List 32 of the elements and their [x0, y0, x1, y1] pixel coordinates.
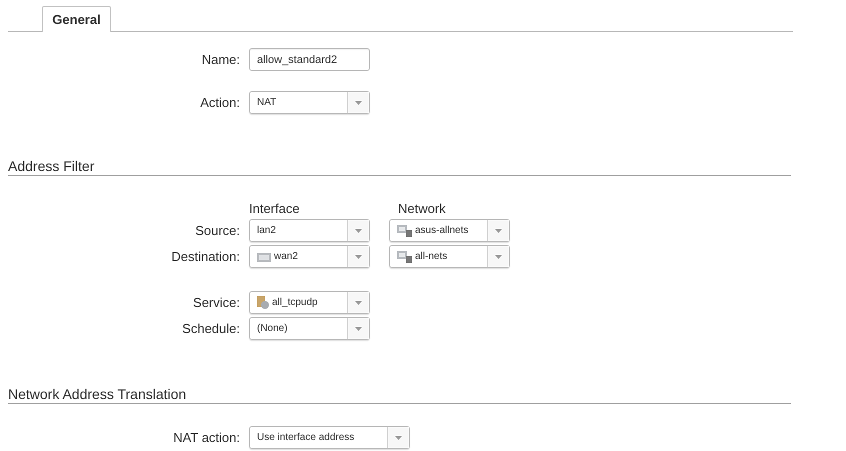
column-heading: Network [398, 201, 447, 216]
field-label: Service: [192, 295, 240, 310]
caret-icon [355, 100, 362, 104]
dropdown[interactable]: lan2 [249, 219, 370, 242]
caret-icon [495, 254, 502, 258]
field-label: Destination: [170, 249, 240, 264]
section-heading: Address Filter [8, 158, 791, 176]
tab[interactable]: General [42, 6, 111, 32]
action-dropdown[interactable]: NAT [249, 91, 370, 114]
field-label: Source: [194, 223, 240, 238]
dropdown[interactable]: asus-allnets [389, 219, 510, 242]
dropdown[interactable]: (None) [249, 317, 370, 340]
section-heading: Network Address Translation [8, 386, 791, 404]
caret-icon [355, 228, 362, 232]
caret-icon [355, 326, 362, 330]
network-icon [397, 250, 412, 262]
caret-icon [495, 228, 502, 232]
caret-icon [355, 300, 362, 304]
field-label: Name: [200, 52, 240, 67]
field-label: Action: [199, 95, 240, 110]
caret-icon [395, 436, 402, 440]
dropdown[interactable]: all_tcpudp [249, 291, 370, 314]
dropdown[interactable]: wan2 [249, 245, 370, 268]
caret-icon [355, 254, 362, 258]
nat-action-dropdown[interactable]: Use interface address [249, 426, 410, 449]
name-field[interactable]: allow_standard2 [249, 48, 370, 71]
network-icon [397, 224, 412, 236]
field-label: NAT action: [172, 430, 240, 445]
interface-icon [257, 250, 271, 262]
field-label: Schedule: [181, 321, 240, 336]
dropdown[interactable]: all-nets [389, 245, 510, 268]
column-heading: Interface [249, 201, 301, 216]
